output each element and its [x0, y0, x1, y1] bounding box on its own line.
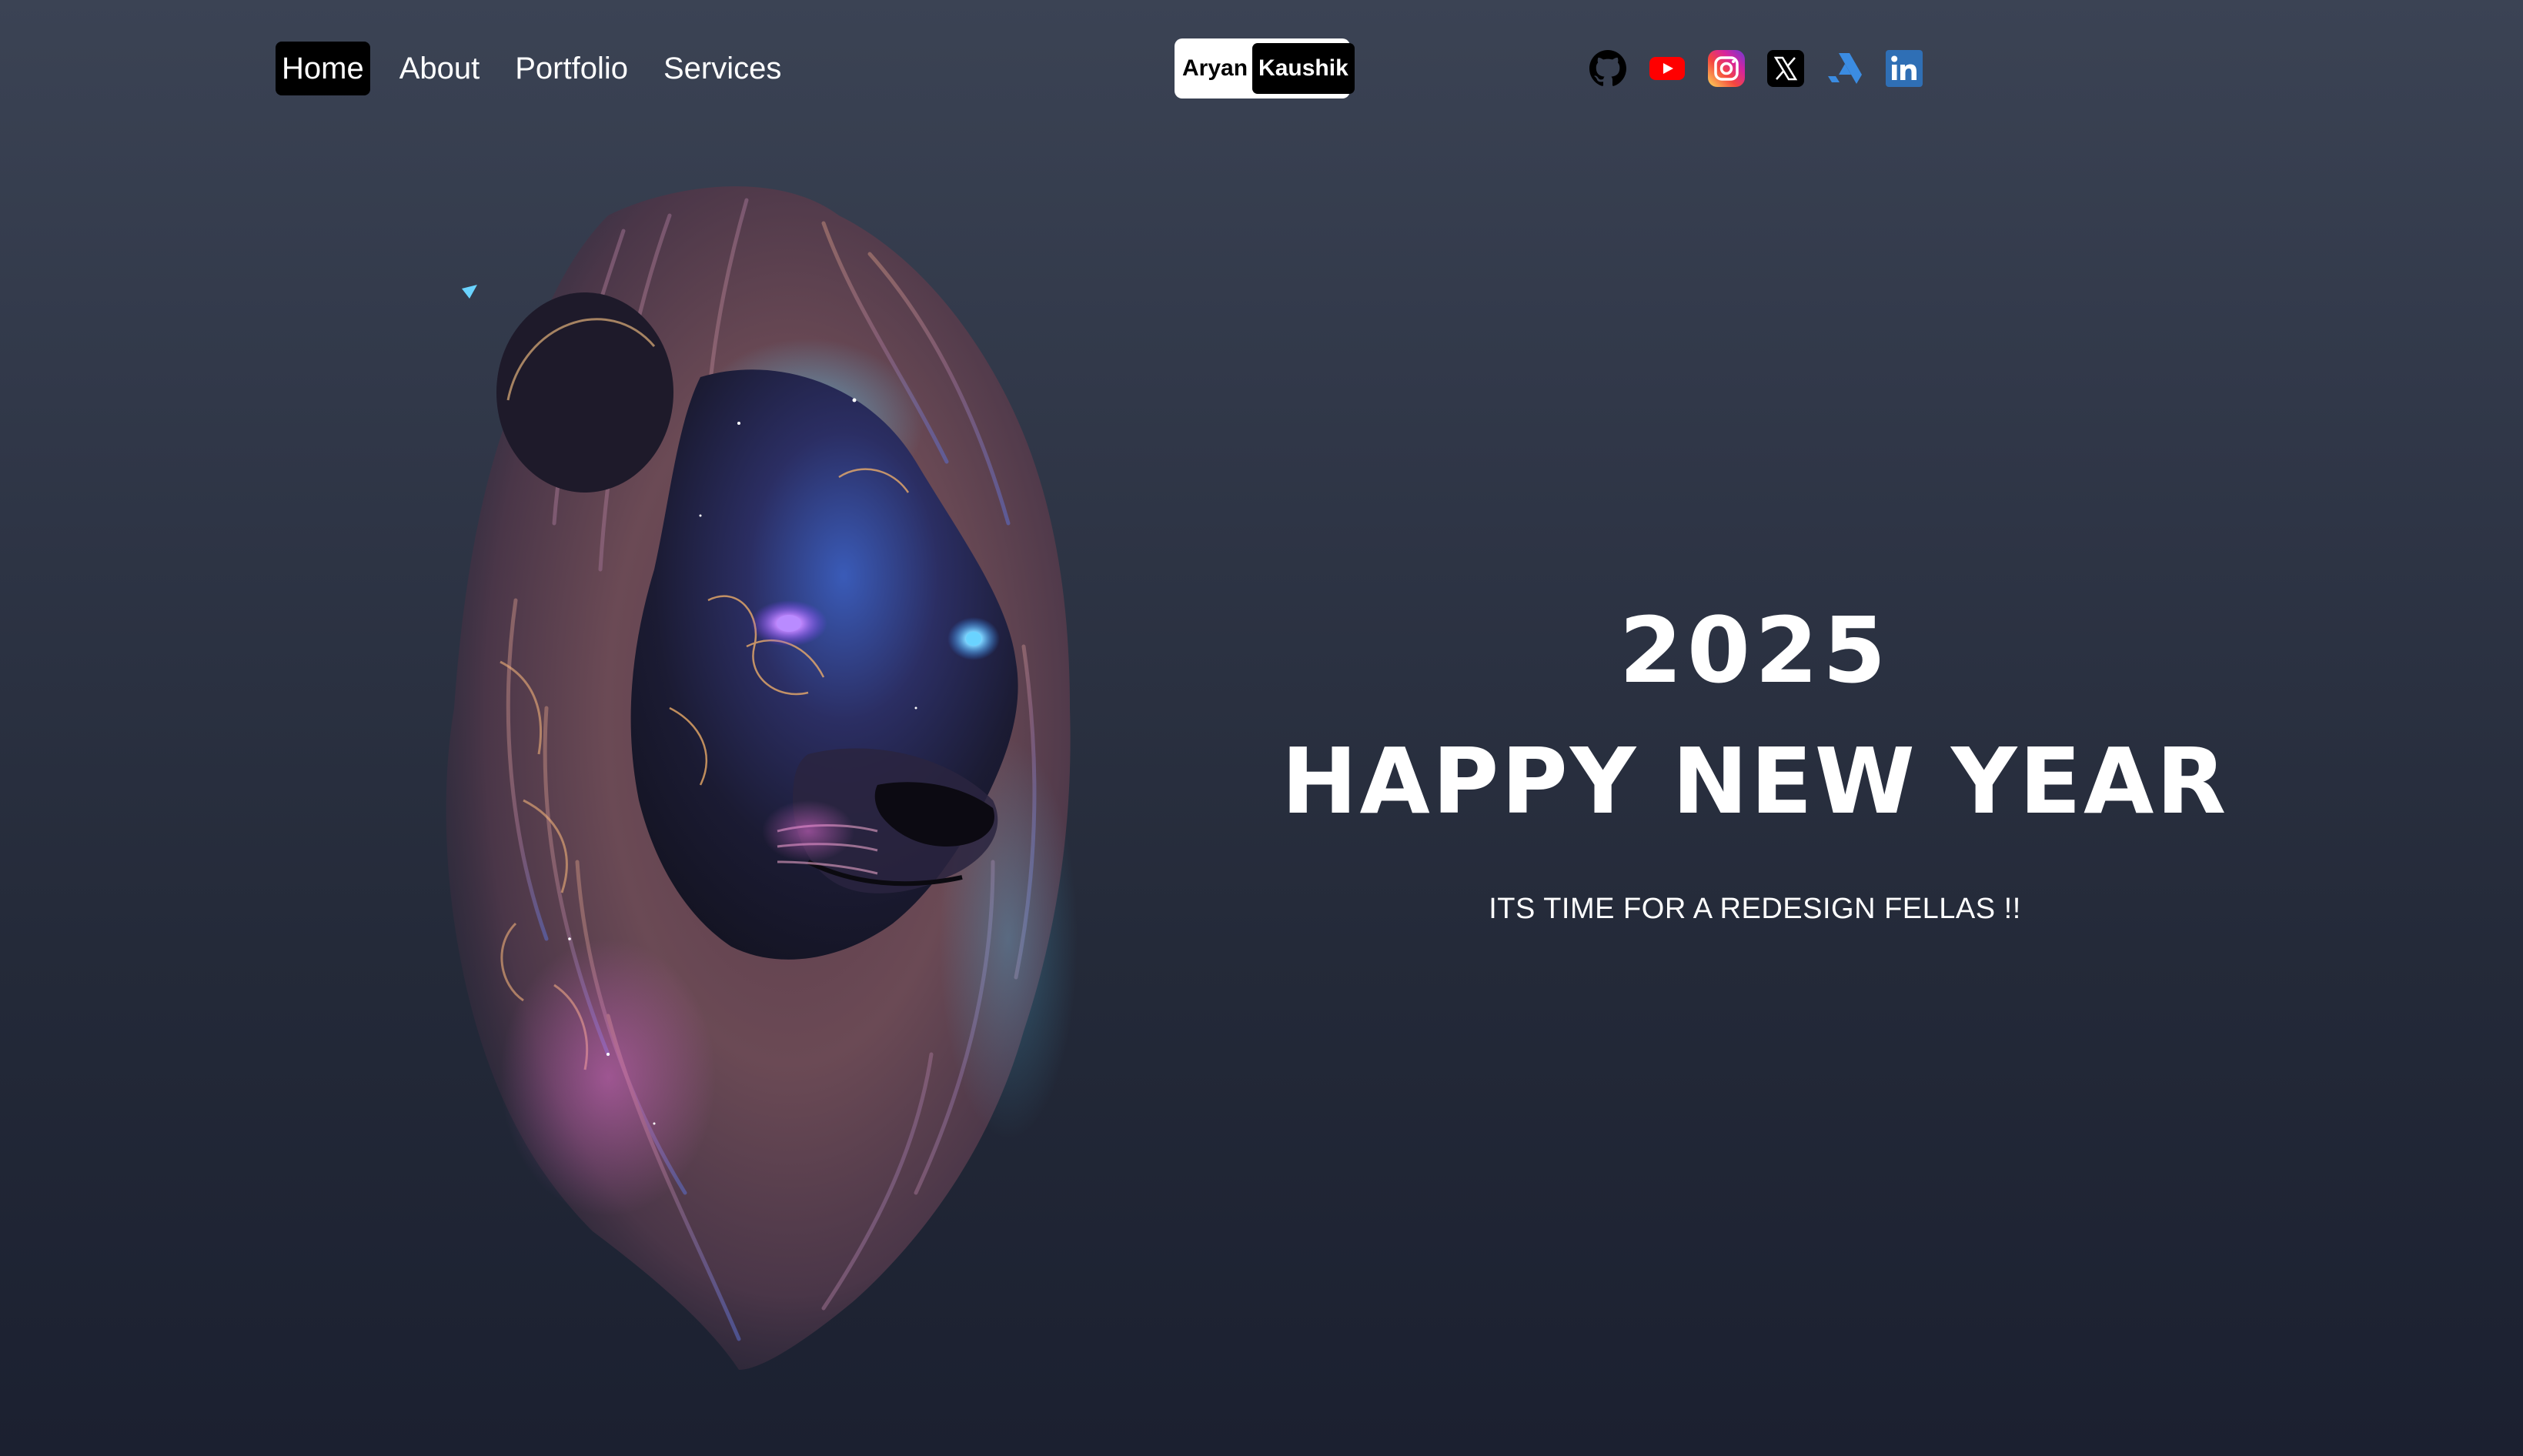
nav-home[interactable]: Home	[276, 42, 370, 95]
nav-portfolio[interactable]: Portfolio	[509, 42, 634, 95]
logo-last-name: Kaushik	[1252, 43, 1355, 94]
logo-first-name: Aryan	[1182, 55, 1248, 81]
hero-headline: HAPPY NEW YEAR	[1281, 728, 2229, 834]
hero-year: 2025	[1619, 597, 1891, 703]
artstation-icon[interactable]	[1826, 49, 1864, 88]
nav-about[interactable]: About	[393, 42, 486, 95]
x-twitter-icon[interactable]	[1766, 49, 1805, 88]
linkedin-icon[interactable]	[1885, 49, 1923, 88]
nav-services[interactable]: Services	[657, 42, 787, 95]
youtube-icon[interactable]	[1648, 49, 1686, 88]
social-links	[1589, 49, 1944, 88]
github-icon[interactable]	[1589, 49, 1627, 88]
lion-artwork	[377, 169, 1131, 1401]
hero-section: 2025 HAPPY NEW YEAR ITS TIME FOR A REDES…	[1231, 585, 2278, 926]
main-nav: Home About Portfolio Services	[276, 42, 804, 95]
hero-tagline: ITS TIME FOR A REDESIGN FELLAS !!	[1489, 893, 2021, 925]
instagram-icon[interactable]	[1707, 49, 1746, 88]
site-logo[interactable]: Aryan Kaushik	[1175, 38, 1355, 99]
